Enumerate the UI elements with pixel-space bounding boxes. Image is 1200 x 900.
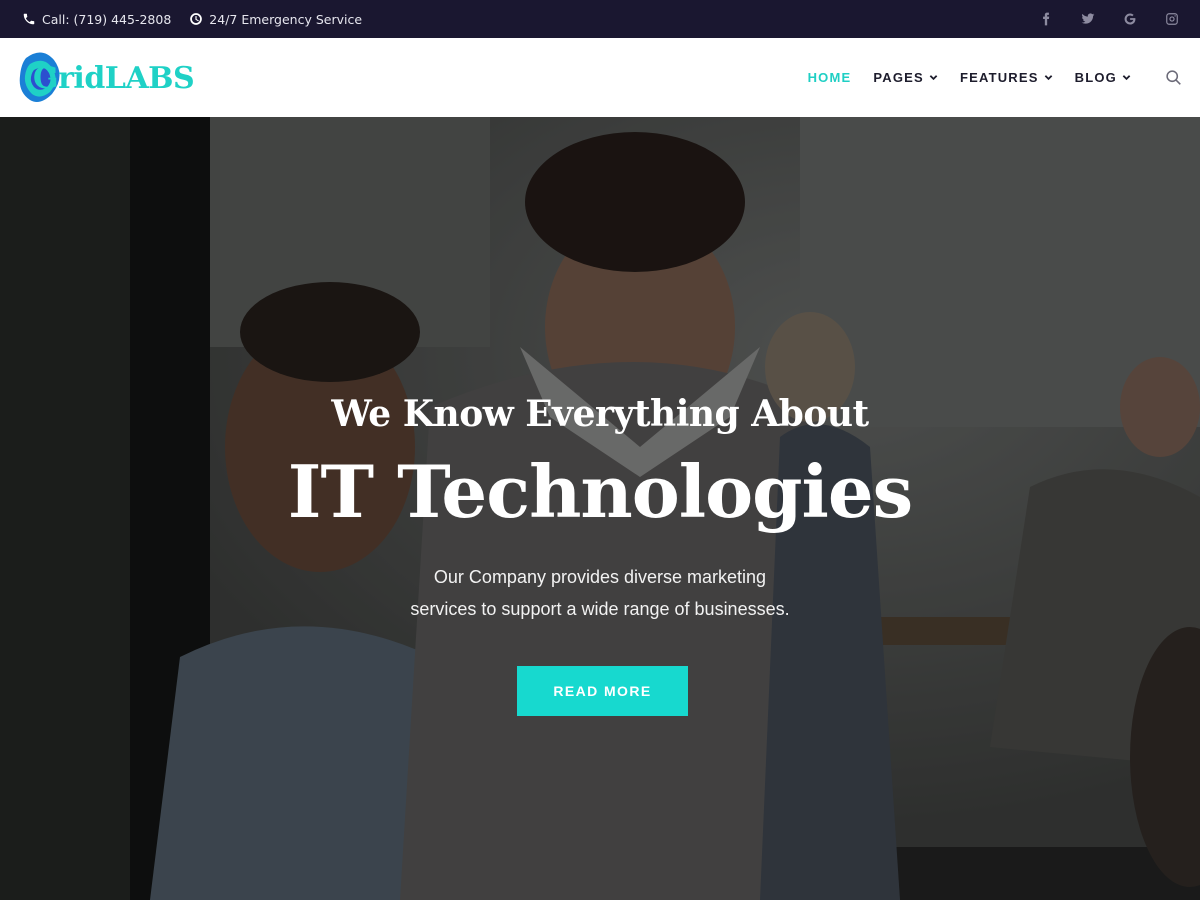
facebook-icon[interactable] [1038, 11, 1054, 27]
phone-info[interactable]: Call: (719) 445-2808 [22, 12, 171, 27]
chevron-down-icon [929, 75, 938, 81]
service-text: 24/7 Emergency Service [209, 11, 363, 27]
nav-item-features[interactable]: FEATURES [960, 70, 1053, 85]
social-links [1038, 11, 1180, 27]
google-icon[interactable] [1122, 11, 1138, 27]
hero-section: We Know Everything About IT Technologies… [0, 117, 1200, 900]
nav-item-pages[interactable]: PAGES [873, 70, 938, 85]
twitter-icon[interactable] [1080, 11, 1096, 27]
instagram-icon[interactable] [1164, 11, 1180, 27]
chevron-down-icon [1122, 75, 1131, 81]
chevron-down-icon [1044, 75, 1052, 81]
hero-kicker: We Know Everything About [331, 393, 869, 435]
nav-item-label: PAGES [873, 70, 924, 85]
hero-content: We Know Everything About IT Technologies… [0, 117, 1200, 900]
clock-icon [190, 13, 203, 25]
service-info: 24/7 Emergency Service [189, 12, 362, 27]
search-icon[interactable] [1165, 69, 1182, 86]
nav-item-label: BLOG [1074, 70, 1117, 85]
hero-description: Our Company provides diverse marketing s… [350, 561, 850, 625]
nav-item-label: FEATURES [959, 70, 1039, 85]
nav-item-label: HOME [807, 70, 852, 85]
read-more-button[interactable]: READ MORE [517, 666, 688, 716]
top-bar: Call: (719) 445-2808 24/7 Emergency Serv… [0, 0, 1200, 38]
phone-text: Call: (719) 445-2808 [42, 11, 172, 27]
hero-description-line: services to support a wide range of busi… [410, 599, 790, 619]
phone-icon [23, 13, 35, 25]
nav-item-blog[interactable]: BLOG [1075, 70, 1131, 85]
nav-item-home[interactable]: HOME [808, 70, 852, 85]
main-nav: HOME PAGES FEATURES BLOG [786, 69, 1182, 86]
contact-info: Call: (719) 445-2808 24/7 Emergency Serv… [22, 12, 362, 27]
hero-headline: IT Technologies [287, 449, 913, 534]
logo[interactable]: GridLABS [16, 50, 195, 106]
main-header: GridLABS HOME PAGES FEATURES BLOG [0, 38, 1200, 117]
logo-text: GridLABS [33, 60, 195, 96]
hero-description-line: Our Company provides diverse marketing [433, 567, 767, 587]
